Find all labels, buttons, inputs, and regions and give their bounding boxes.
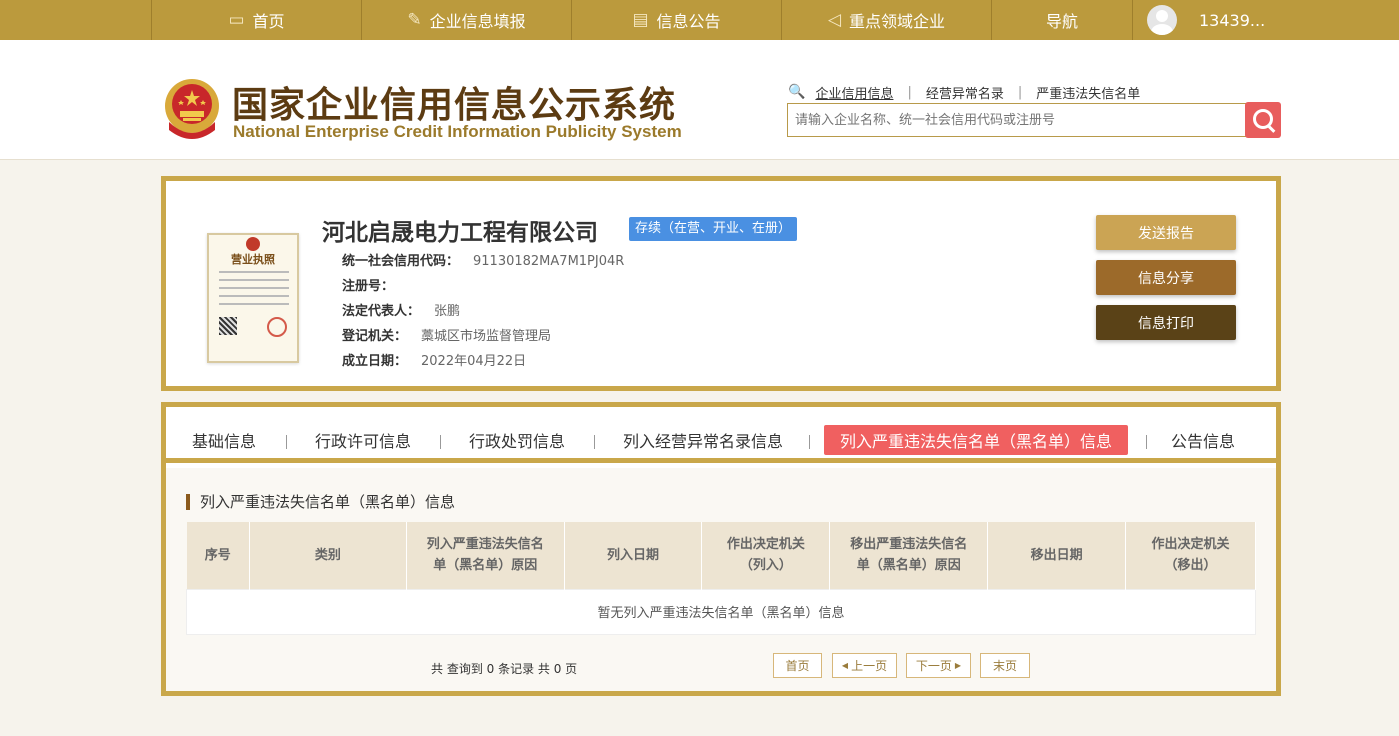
- blacklist-table: 序号 类别 列入严重违法失信名 单（黑名单）原因 列入日期 作出决定机关 （列入） …: [186, 522, 1256, 635]
- tab-admin-penalty[interactable]: 行政处罚信息: [469, 425, 565, 455]
- nav-item-home[interactable]: ▭ 首页: [151, 0, 361, 40]
- column-header: 移出严重违法失信名 单（黑名单）原因: [829, 522, 989, 589]
- tab-separator: [440, 435, 441, 449]
- monitor-icon: ▭: [228, 10, 245, 30]
- search-link-credit-info[interactable]: 企业信用信息: [815, 83, 893, 102]
- next-page-button[interactable]: 下一页 ▶: [906, 653, 971, 678]
- field-label: 注册号：: [342, 279, 395, 294]
- search-link-abnormal-list[interactable]: 经营异常名录: [926, 83, 1004, 102]
- send-report-button[interactable]: 发送报告: [1096, 215, 1236, 250]
- nav-item-label: 信息公告: [656, 12, 721, 31]
- nav-item-label: 重点领域企业: [849, 12, 946, 31]
- column-header: 移出日期: [987, 522, 1127, 589]
- site-subtitle: National Enterprise Credit Information P…: [233, 122, 682, 141]
- field-value: 2022年04月22日: [421, 354, 527, 369]
- pager-summary: 共 查询到 0 条记录 共 0 页: [431, 662, 578, 676]
- field-registration-authority: 登记机关： 藁城区市场监督管理局: [342, 325, 551, 344]
- last-page-button[interactable]: 末页: [980, 653, 1030, 678]
- detail-card: 基础信息 行政许可信息 行政处罚信息 列入经营异常名录信息 列入严重违法失信名单…: [161, 402, 1281, 696]
- speaker-icon: ◁: [827, 10, 842, 30]
- field-credit-code: 统一社会信用代码： 91130182MA7M1PJ04R: [342, 250, 624, 269]
- nav-item-key-enterprises[interactable]: ◁ 重点领域企业: [781, 0, 991, 40]
- emblem-seal-icon: [246, 237, 260, 251]
- link-separator: |: [1017, 84, 1023, 100]
- field-value: 张鹏: [434, 304, 461, 319]
- search-input[interactable]: [787, 103, 1247, 137]
- status-badge: 存续（在营、开业、在册）: [629, 217, 798, 241]
- company-info-card: 营业执照 河北启晟电力工程有限公司 存续（在营、开业、在册） 统一社会信用代码：…: [161, 176, 1281, 391]
- tab-announcements[interactable]: 公告信息: [1171, 425, 1235, 455]
- table-header-row: 序号 类别 列入严重违法失信名 单（黑名单）原因 列入日期 作出决定机关 （列入） …: [186, 522, 1256, 589]
- chevron-right-icon: ▶: [954, 661, 962, 670]
- share-info-button[interactable]: 信息分享: [1096, 260, 1236, 295]
- column-header: 列入严重违法失信名 单（黑名单）原因: [406, 522, 565, 589]
- tab-content: 列入严重违法失信名单（黑名单）信息 序号 类别 列入严重违法失信名 单（黑名单）原…: [166, 468, 1276, 691]
- qr-code-icon: [219, 317, 237, 335]
- site-header: 国家企业信用信息公示系统 National Enterprise Credit …: [0, 40, 1399, 160]
- column-header: 作出决定机关 （移出）: [1125, 522, 1256, 589]
- search-link-blacklist[interactable]: 严重违法失信名单: [1036, 83, 1140, 102]
- site-title: 国家企业信用信息公示系统: [232, 85, 677, 126]
- avatar: [1147, 5, 1177, 35]
- tab-abnormal-list[interactable]: 列入经营异常名录信息: [623, 425, 783, 455]
- document-icon: ▤: [632, 10, 649, 30]
- field-label: 登记机关：: [342, 329, 408, 344]
- column-header: 作出决定机关 （列入）: [701, 522, 831, 589]
- link-separator: |: [907, 84, 912, 100]
- tab-blacklist[interactable]: 列入严重违法失信名单（黑名单）信息: [824, 425, 1129, 455]
- user-menu[interactable]: 13439...: [1132, 0, 1399, 40]
- nav-item-label: 企业信息填报: [429, 12, 526, 31]
- tab-separator: [1146, 435, 1147, 449]
- chevron-left-icon: ◀: [841, 661, 849, 670]
- nav-item-enterprise-report[interactable]: ✎ 企业信息填报: [361, 0, 571, 40]
- empty-message: 暂无列入严重违法失信名单（黑名单）信息: [186, 588, 1256, 635]
- tab-bar: 基础信息 行政许可信息 行政处罚信息 列入经营异常名录信息 列入严重违法失信名单…: [166, 407, 1276, 463]
- prev-page-label: 上一页: [851, 659, 888, 673]
- column-header: 类别: [249, 522, 407, 589]
- column-header: 列入日期: [564, 522, 703, 589]
- user-name: 13439...: [1199, 10, 1266, 30]
- nav-item-navigation[interactable]: 导航: [991, 0, 1132, 40]
- first-page-button[interactable]: 首页: [773, 653, 822, 678]
- nav-item-announcements[interactable]: ▤ 信息公告: [571, 0, 781, 40]
- field-legal-representative: 法定代表人： 张鹏: [342, 300, 460, 319]
- field-value: 藁城区市场监督管理局: [421, 329, 552, 344]
- print-info-button[interactable]: 信息打印: [1096, 305, 1236, 340]
- nav-item-label: 导航: [1045, 12, 1078, 31]
- field-label: 法定代表人：: [342, 304, 421, 319]
- field-label: 统一社会信用代码：: [342, 254, 460, 269]
- tab-basic-info[interactable]: 基础信息: [192, 425, 256, 455]
- field-value: 91130182MA7M1PJ04R: [473, 254, 625, 269]
- next-page-label: 下一页: [915, 659, 952, 673]
- stamp-icon: [267, 317, 287, 337]
- prev-page-button[interactable]: ◀ 上一页: [832, 653, 897, 678]
- tab-separator: [809, 435, 810, 449]
- table-row: 暂无列入严重违法失信名单（黑名单）信息: [186, 588, 1256, 635]
- license-text-lines: [219, 271, 289, 311]
- business-license-image[interactable]: 营业执照: [207, 233, 299, 363]
- field-established-date: 成立日期： 2022年04月22日: [342, 350, 526, 369]
- last-page-label: 末页: [992, 659, 1017, 673]
- top-nav: ▭ 首页 ✎ 企业信息填报 ▤ 信息公告 ◁ 重点领域企业 导航 13439..…: [0, 0, 1399, 40]
- field-registration-number: 注册号：: [342, 275, 408, 294]
- field-label: 成立日期：: [342, 354, 408, 369]
- first-page-label: 首页: [785, 659, 810, 673]
- company-name: 河北启晟电力工程有限公司: [322, 220, 598, 246]
- edit-icon: ✎: [407, 10, 422, 30]
- search-button[interactable]: [1245, 102, 1281, 138]
- search-small-icon: 🔍: [788, 84, 806, 100]
- tab-admin-license[interactable]: 行政许可信息: [315, 425, 411, 455]
- tab-separator: [594, 435, 595, 449]
- license-title: 营业执照: [231, 253, 275, 266]
- nav-item-label: 首页: [252, 12, 285, 31]
- national-emblem-logo: [165, 79, 219, 139]
- column-header: 序号: [186, 522, 250, 589]
- section-title: 列入严重违法失信名单（黑名单）信息: [186, 494, 455, 510]
- tab-separator: [286, 435, 287, 449]
- search-type-links: 🔍 企业信用信息 | 经营异常名录 | 严重违法失信名单: [788, 82, 1140, 102]
